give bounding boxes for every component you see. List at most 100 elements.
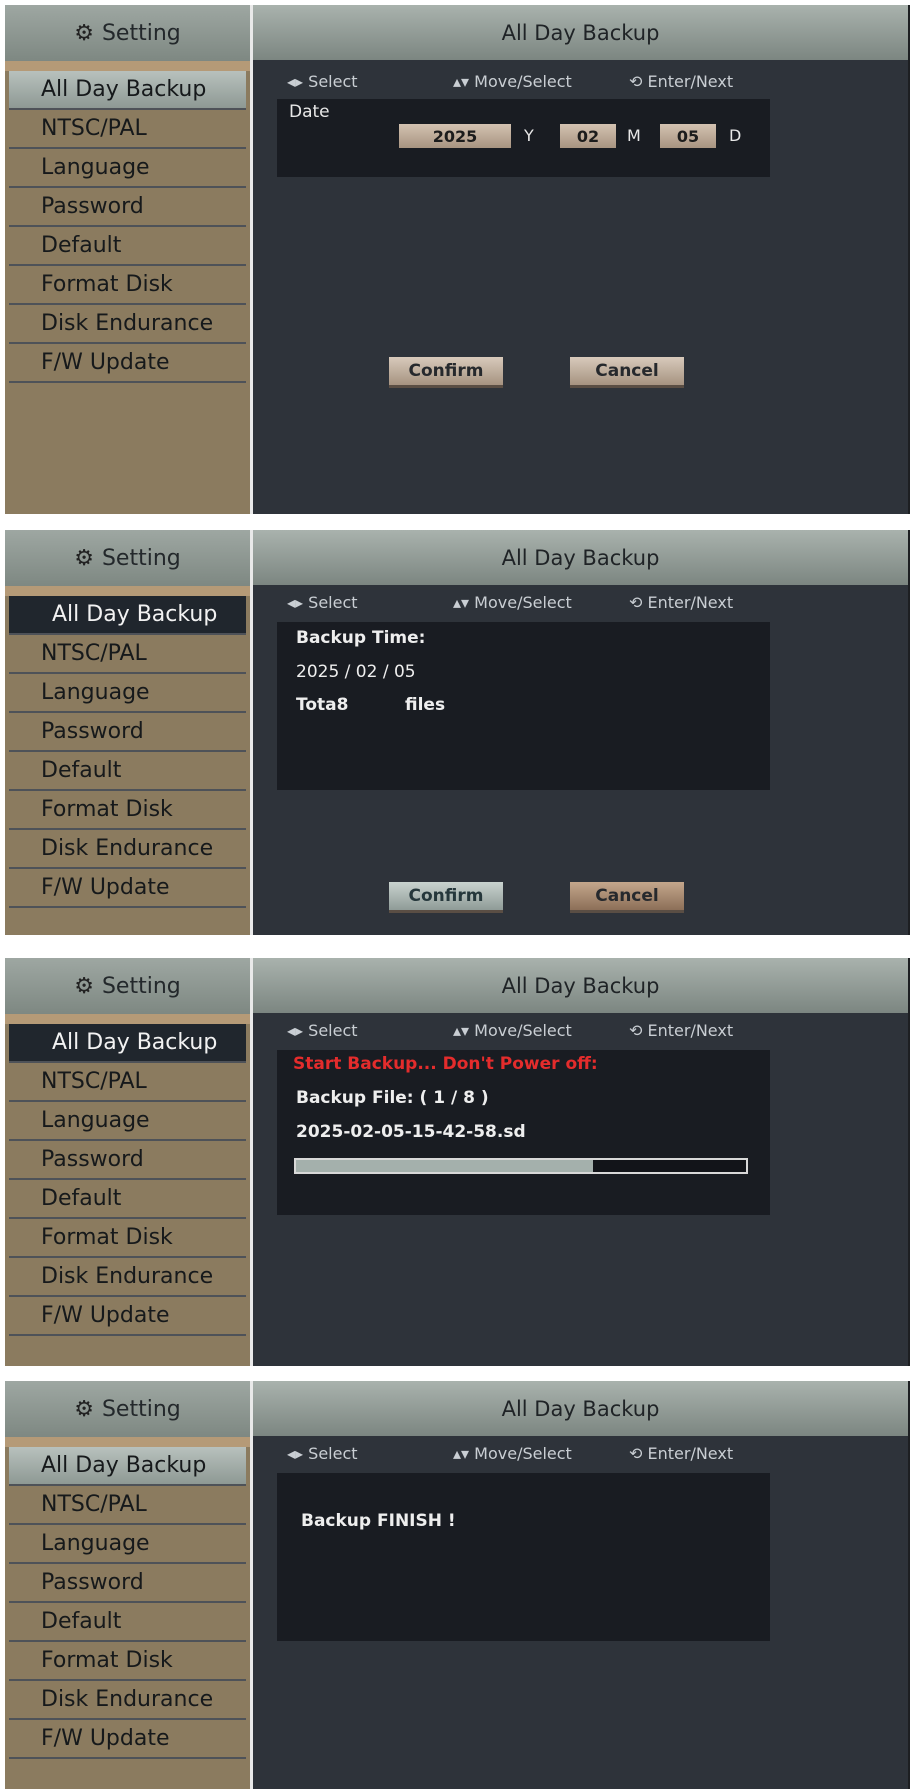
sidebar-item-ntsc-pal[interactable]: NTSC/PAL <box>9 1486 246 1525</box>
sidebar: ⚙ Setting All Day Backup NTSC/PAL Langua… <box>5 1381 253 1789</box>
backup-file-count: Backup File: ( 1 / 8 ) <box>296 1088 489 1108</box>
sidebar-item-all-day-backup[interactable]: All Day Backup <box>9 71 246 110</box>
left-right-arrows-icon: ◂▸ <box>287 593 309 612</box>
date-box: Date 2025 Y 02 M 05 D <box>277 99 770 177</box>
date-label: Date <box>289 102 330 122</box>
sidebar-item-password[interactable]: Password <box>9 1564 246 1603</box>
sidebar-header: ⚙ Setting <box>5 530 250 596</box>
sidebar-item-format-disk[interactable]: Format Disk <box>9 266 246 305</box>
sidebar-item-disk-endurance[interactable]: Disk Endurance <box>9 830 246 869</box>
gear-icon: ⚙ <box>74 20 94 46</box>
up-down-arrows-icon: ▴▾ <box>453 1021 475 1040</box>
enter-icon: ⟲ <box>629 1021 648 1040</box>
sidebar-item-disk-endurance[interactable]: Disk Endurance <box>9 1681 246 1720</box>
day-field[interactable]: 05 <box>660 124 716 148</box>
progress-fill <box>296 1160 593 1172</box>
gear-icon: ⚙ <box>74 545 94 571</box>
sidebar-item-format-disk[interactable]: Format Disk <box>9 791 246 830</box>
enter-icon: ⟲ <box>629 593 648 612</box>
sidebar-header: ⚙ Setting <box>5 1381 250 1447</box>
up-down-arrows-icon: ▴▾ <box>453 593 475 612</box>
left-right-arrows-icon: ◂▸ <box>287 72 309 91</box>
sidebar-header: ⚙ Setting <box>5 958 250 1024</box>
sidebar-item-language[interactable]: Language <box>9 674 246 713</box>
year-field[interactable]: 2025 <box>399 124 511 148</box>
screen-backup-progress: ⚙ Setting All Day Backup NTSC/PAL Langua… <box>5 958 910 1366</box>
sidebar-item-format-disk[interactable]: Format Disk <box>9 1219 246 1258</box>
sidebar-item-password[interactable]: Password <box>9 188 246 227</box>
sidebar-item-all-day-backup[interactable]: All Day Backup <box>9 596 246 635</box>
page-title: All Day Backup <box>253 5 908 60</box>
sidebar-item-ntsc-pal[interactable]: NTSC/PAL <box>9 1063 246 1102</box>
sidebar-header: ⚙ Setting <box>5 5 250 71</box>
confirm-button[interactable]: Confirm <box>389 882 503 913</box>
content-area: All Day Backup ◂▸ Select ▴▾ Move/Select … <box>253 1381 908 1789</box>
enter-icon: ⟲ <box>629 72 648 91</box>
hint-move: Move/Select <box>474 72 572 91</box>
hint-move: Move/Select <box>474 593 572 612</box>
hint-select: Select <box>308 1444 358 1463</box>
sidebar-item-password[interactable]: Password <box>9 713 246 752</box>
sidebar-item-fw-update[interactable]: F/W Update <box>9 869 246 908</box>
content-area: All Day Backup ◂▸ Select ▴▾ Move/Select … <box>253 958 908 1366</box>
sidebar: ⚙ Setting All Day Backup NTSC/PAL Langua… <box>5 958 253 1366</box>
cancel-button[interactable]: Cancel <box>570 357 684 388</box>
hint-select: Select <box>308 72 358 91</box>
hint-select: Select <box>308 1021 358 1040</box>
files-label: files <box>405 695 446 715</box>
sidebar-item-default[interactable]: Default <box>9 227 246 266</box>
total-count: Tota8 <box>296 695 349 715</box>
month-field[interactable]: 02 <box>560 124 616 148</box>
backup-finish-message: Backup FINISH ! <box>301 1511 456 1531</box>
sidebar-item-format-disk[interactable]: Format Disk <box>9 1642 246 1681</box>
hint-enter: Enter/Next <box>647 593 734 612</box>
hint-move: Move/Select <box>474 1021 572 1040</box>
hint-enter: Enter/Next <box>647 1444 734 1463</box>
month-unit: M <box>627 126 641 145</box>
sidebar-item-disk-endurance[interactable]: Disk Endurance <box>9 305 246 344</box>
sidebar-title: Setting <box>101 20 181 46</box>
sidebar-item-fw-update[interactable]: F/W Update <box>9 1297 246 1336</box>
sidebar-item-all-day-backup[interactable]: All Day Backup <box>9 1447 246 1486</box>
sidebar-item-language[interactable]: Language <box>9 1525 246 1564</box>
enter-icon: ⟲ <box>629 1444 648 1463</box>
sidebar-title: Setting <box>101 1396 181 1422</box>
sidebar-item-language[interactable]: Language <box>9 149 246 188</box>
sidebar-item-ntsc-pal[interactable]: NTSC/PAL <box>9 110 246 149</box>
sidebar-item-all-day-backup[interactable]: All Day Backup <box>9 1024 246 1063</box>
year-unit: Y <box>524 126 534 145</box>
sidebar-item-default[interactable]: Default <box>9 752 246 791</box>
sidebar-item-language[interactable]: Language <box>9 1102 246 1141</box>
up-down-arrows-icon: ▴▾ <box>453 72 475 91</box>
sidebar-item-default[interactable]: Default <box>9 1603 246 1642</box>
backup-progress-bar <box>294 1158 748 1174</box>
sidebar-item-fw-update[interactable]: F/W Update <box>9 1720 246 1759</box>
sidebar-item-default[interactable]: Default <box>9 1180 246 1219</box>
sidebar-item-disk-endurance[interactable]: Disk Endurance <box>9 1258 246 1297</box>
left-right-arrows-icon: ◂▸ <box>287 1444 309 1463</box>
gear-icon: ⚙ <box>74 973 94 999</box>
screen-date-select: ⚙ Setting All Day Backup NTSC/PAL Langua… <box>5 5 910 514</box>
hint-enter: Enter/Next <box>647 1021 734 1040</box>
content-area: All Day Backup ◂▸ Select ▴▾ Move/Select … <box>253 5 908 514</box>
backup-finish-box: Backup FINISH ! <box>277 1473 770 1641</box>
backup-warning: Start Backup... Don't Power off: <box>293 1054 598 1074</box>
cancel-button[interactable]: Cancel <box>570 882 684 913</box>
backup-info-box: Backup Time: 2025 / 02 / 05 Tota8 files <box>277 622 770 790</box>
confirm-button[interactable]: Confirm <box>389 357 503 388</box>
sidebar: ⚙ Setting All Day Backup NTSC/PAL Langua… <box>5 5 253 514</box>
hint-select: Select <box>308 593 358 612</box>
sidebar-item-ntsc-pal[interactable]: NTSC/PAL <box>9 635 246 674</box>
backup-date: 2025 / 02 / 05 <box>296 662 416 682</box>
left-right-arrows-icon: ◂▸ <box>287 1021 309 1040</box>
up-down-arrows-icon: ▴▾ <box>453 1444 475 1463</box>
page-title: All Day Backup <box>253 1381 908 1436</box>
sidebar-item-fw-update[interactable]: F/W Update <box>9 344 246 383</box>
screen-backup-finish: ⚙ Setting All Day Backup NTSC/PAL Langua… <box>5 1381 910 1789</box>
sidebar: ⚙ Setting All Day Backup NTSC/PAL Langua… <box>5 530 253 935</box>
hint-enter: Enter/Next <box>647 72 734 91</box>
sidebar-title: Setting <box>101 545 181 571</box>
backup-progress-box: Start Backup... Don't Power off: Backup … <box>277 1050 770 1215</box>
sidebar-item-password[interactable]: Password <box>9 1141 246 1180</box>
day-unit: D <box>729 126 742 145</box>
